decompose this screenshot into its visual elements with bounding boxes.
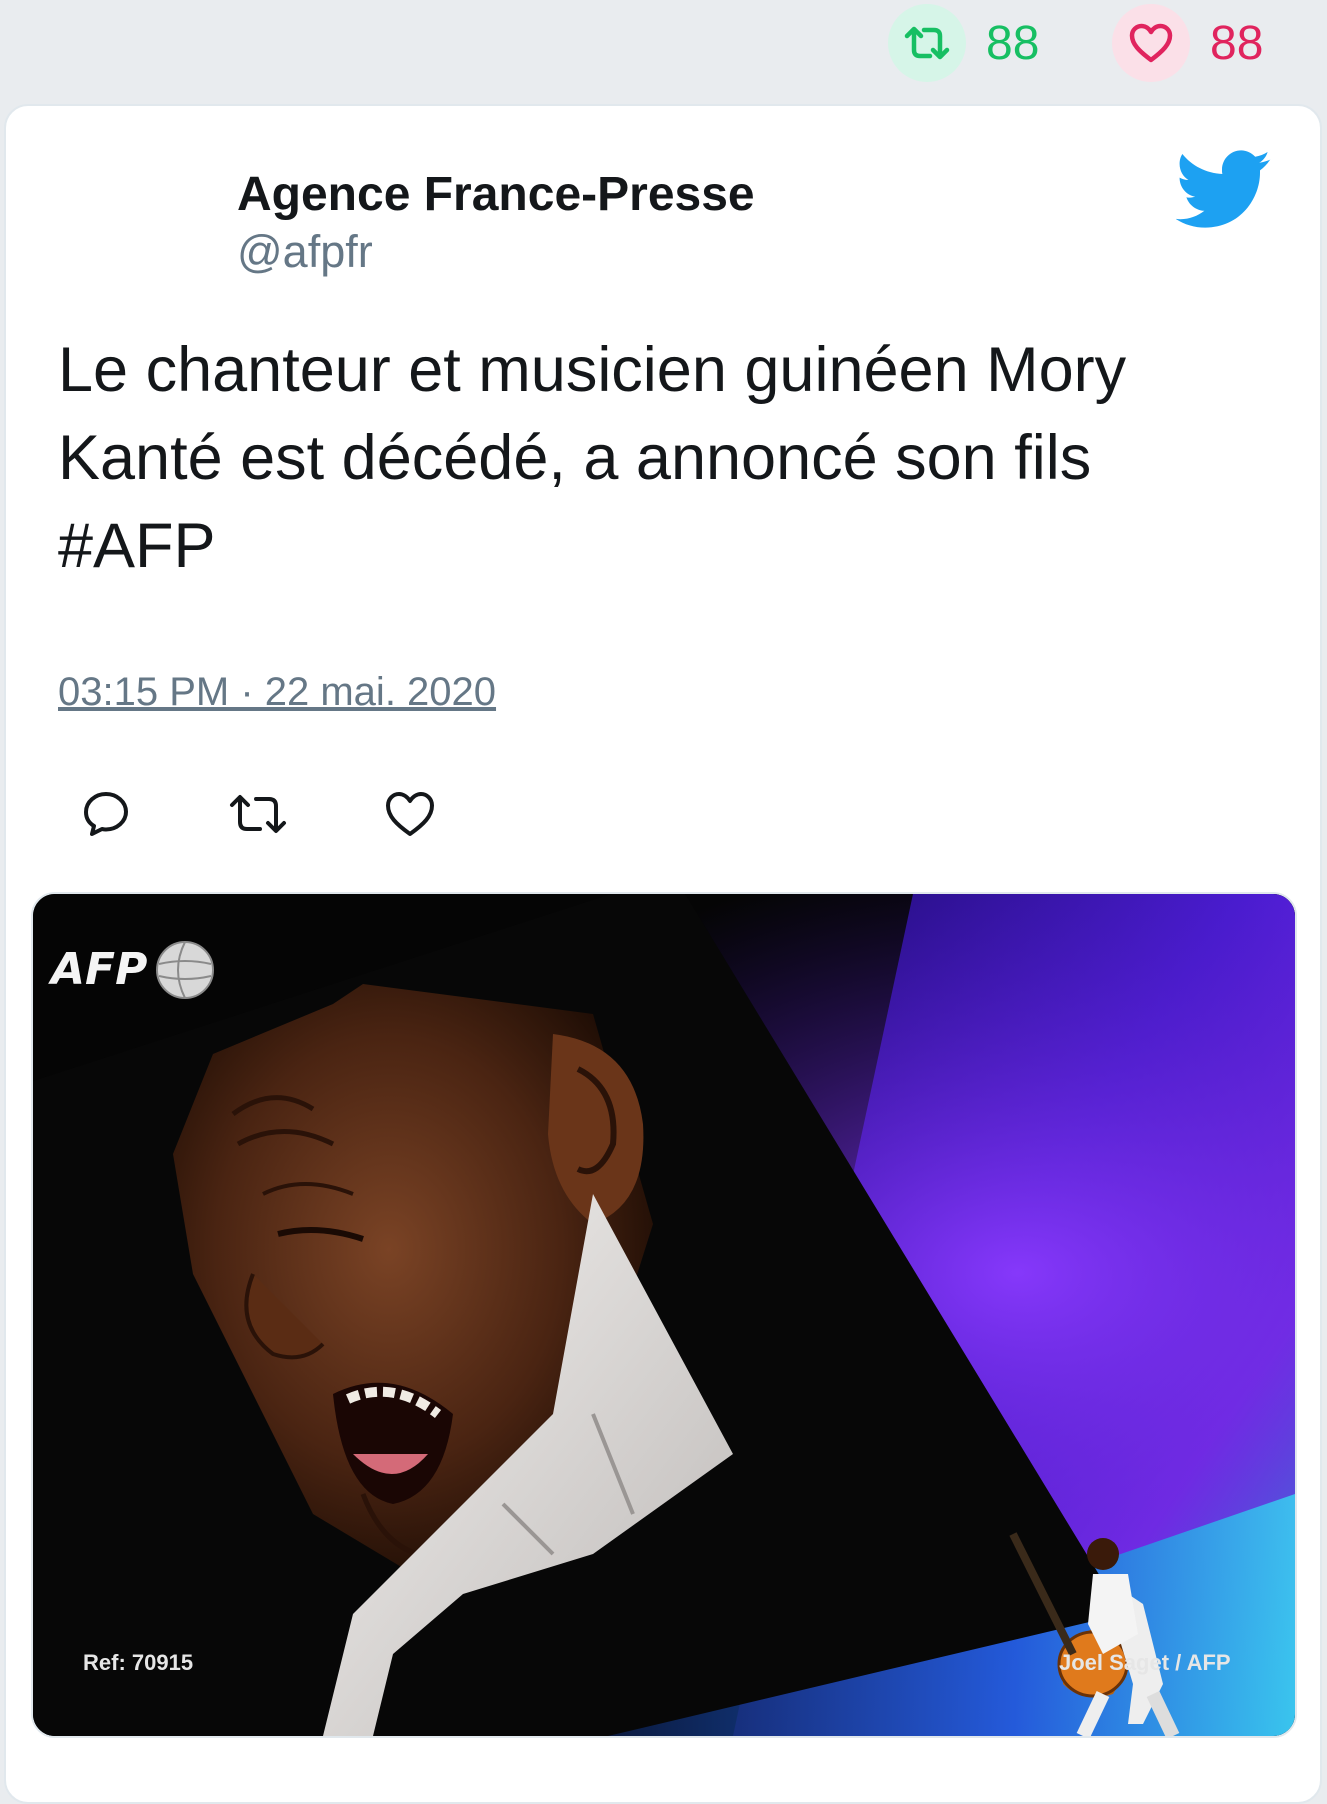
retweet-button[interactable] <box>230 788 286 844</box>
retweet-count: 88 <box>986 16 1040 70</box>
heart-icon <box>384 790 436 843</box>
author-name[interactable]: Agence France-Presse <box>237 166 755 224</box>
engagement-stats-bar: 88 88 <box>0 0 1327 100</box>
reply-button[interactable] <box>78 788 134 844</box>
retweet-stat[interactable]: 88 <box>888 4 1039 82</box>
photo-credit: Joel Saget / AFP <box>1059 1650 1231 1675</box>
like-stat[interactable]: 88 <box>1112 4 1263 82</box>
author-handle[interactable]: @afpfr <box>237 224 755 280</box>
concert-photo: AFP Ref: 70915 Joel Saget / AFP <box>33 894 1295 1736</box>
retweet-icon <box>228 792 288 841</box>
svg-text:AFP: AFP <box>48 944 147 995</box>
afp-logo: AFP <box>48 941 214 999</box>
reply-icon <box>81 789 131 844</box>
tweet-timestamp[interactable]: 03:15 PM · 22 mai. 2020 <box>58 670 496 715</box>
like-count: 88 <box>1210 16 1264 70</box>
photo-ref: Ref: 70915 <box>83 1650 193 1675</box>
tweet-actions <box>78 788 438 844</box>
twitter-bird-icon[interactable] <box>1175 150 1272 230</box>
like-button[interactable] <box>382 788 438 844</box>
tweet-author[interactable]: Agence France-Presse @afpfr <box>237 166 755 280</box>
tweet-card: Agence France-Presse @afpfr Le chanteur … <box>4 104 1322 1804</box>
tweet-text: Le chanteur et musicien guinéen Mory Kan… <box>58 335 1127 581</box>
heart-icon <box>1112 4 1190 82</box>
tweet-photo[interactable]: AFP Ref: 70915 Joel Saget / AFP <box>31 892 1297 1738</box>
retweet-icon <box>888 4 966 82</box>
